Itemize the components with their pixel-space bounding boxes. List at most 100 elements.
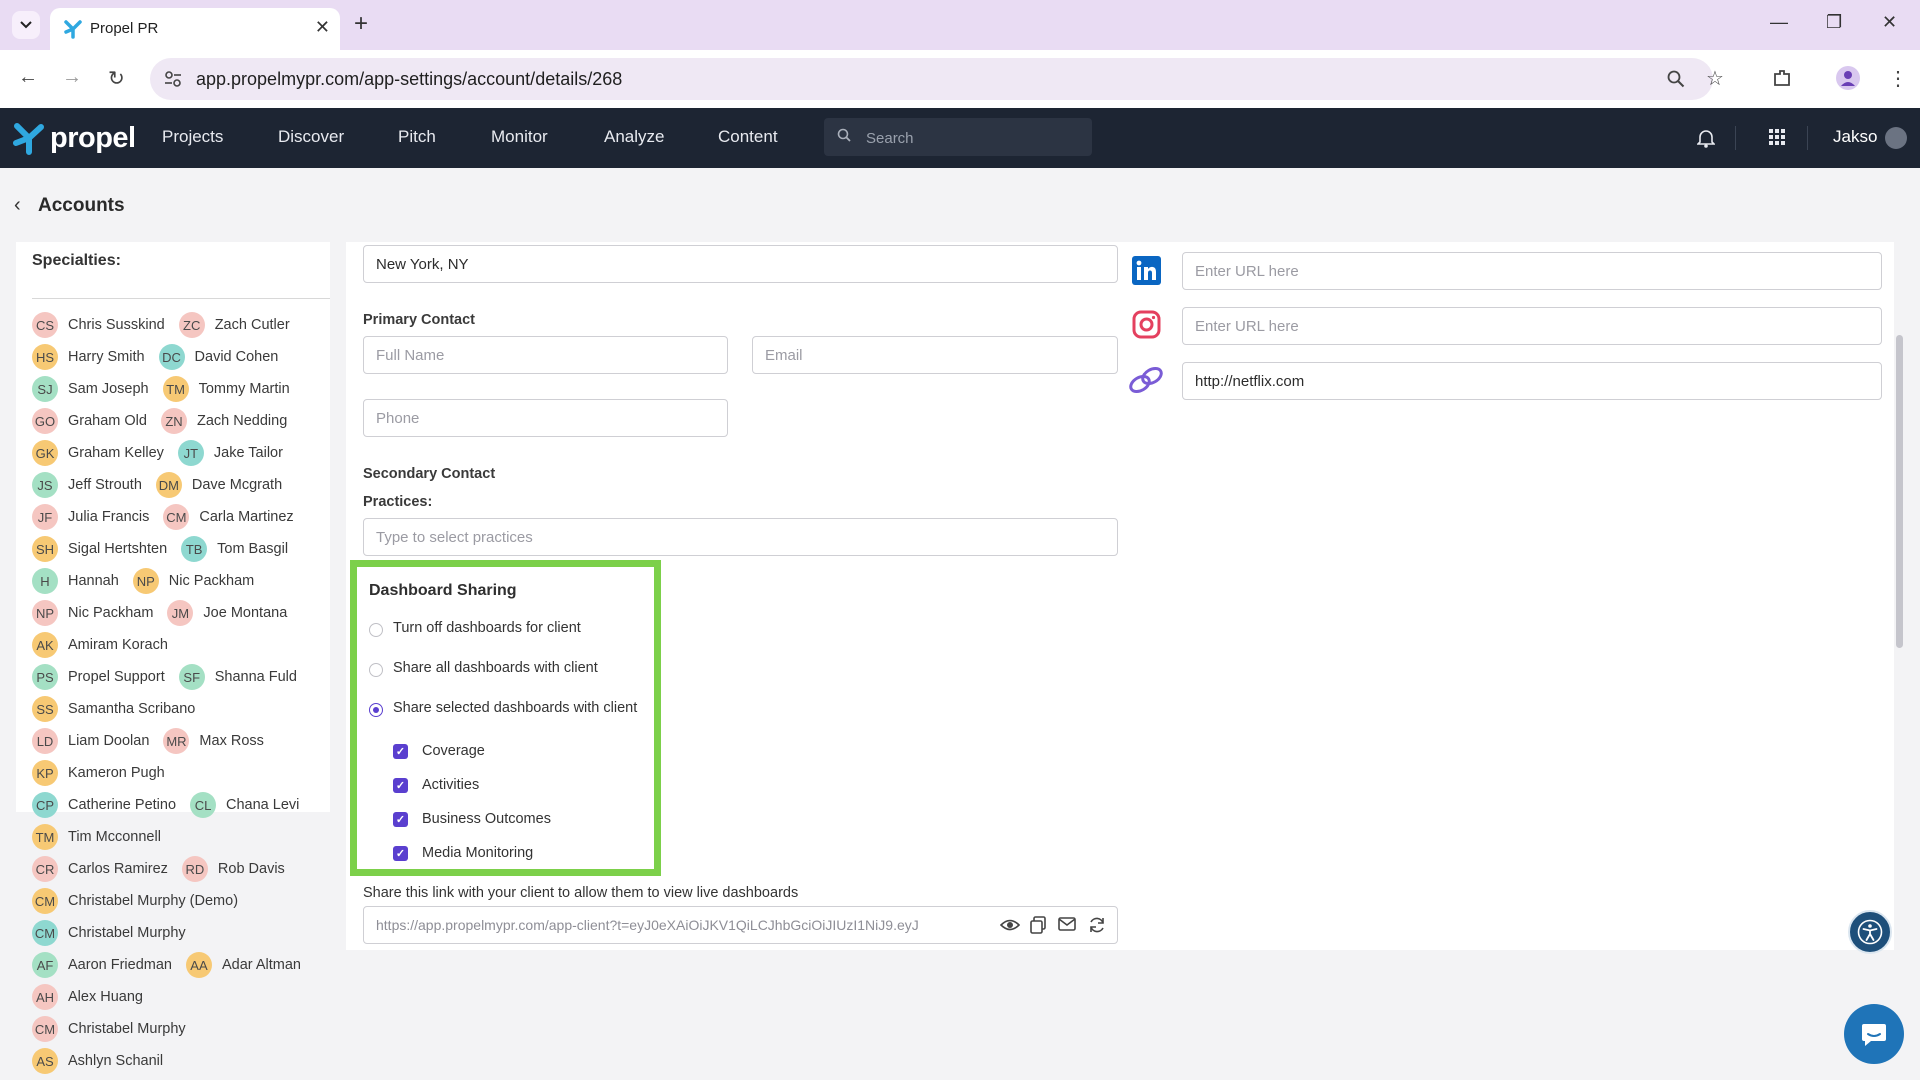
team-member[interactable]: SS Samantha Scribano [32,696,195,722]
team-member[interactable]: KP Kameron Pugh [32,760,165,786]
user-name[interactable]: Jakso [1833,127,1877,147]
location-input[interactable] [364,246,1117,282]
checkbox-business-outcomes[interactable]: ✓ Business Outcomes [393,808,551,830]
team-member[interactable]: NP Nic Packham [32,600,153,626]
team-member[interactable]: CR Carlos Ramirez [32,856,168,882]
restore-icon[interactable]: ❐ [1826,12,1842,33]
tab-close-icon[interactable]: ✕ [315,17,330,38]
nav-pitch[interactable]: Pitch [398,127,436,147]
radio-button[interactable] [369,663,383,677]
reload-icon[interactable]: ↻ [108,66,125,91]
team-member[interactable]: AA Adar Altman [185,952,301,978]
practices-field[interactable] [363,518,1118,556]
website-url-field[interactable] [1182,362,1882,400]
instagram-url-field[interactable] [1182,307,1882,345]
page-title[interactable]: Accounts [38,195,125,217]
checkbox-coverage[interactable]: ✓ Coverage [393,740,485,762]
refresh-icon[interactable] [1088,916,1106,934]
radio-button-selected[interactable] [369,703,383,717]
team-member[interactable]: CM Christabel Murphy [32,920,186,946]
team-member[interactable]: JS Jeff Strouth [32,472,142,498]
team-member[interactable]: TB Tom Basgil [181,536,288,562]
nav-monitor[interactable]: Monitor [491,127,548,147]
checkbox-media-monitoring[interactable]: ✓ Media Monitoring [393,842,533,864]
bookmark-star-icon[interactable]: ☆ [1706,66,1724,91]
checkbox-checked-icon[interactable]: ✓ [393,845,408,861]
team-member[interactable]: JM Joe Montana [167,600,287,626]
team-member[interactable]: GO Graham Old [32,408,147,434]
zoom-icon[interactable] [1667,70,1685,88]
team-member[interactable]: ZC Zach Cutler [178,312,290,338]
team-member[interactable]: PS Propel Support [32,664,165,690]
team-member[interactable]: TM Tommy Martin [162,376,290,402]
primary-email-field[interactable] [752,336,1118,374]
team-member[interactable]: SJ Sam Joseph [32,376,149,402]
nav-projects[interactable]: Projects [162,127,223,147]
user-avatar-icon[interactable] [1885,127,1907,149]
team-member[interactable]: LD Liam Doolan [32,728,149,754]
team-member[interactable]: TM Tim Mcconnell [32,824,161,850]
nav-analyze[interactable]: Analyze [604,127,664,147]
team-member[interactable]: HS Harry Smith [32,344,145,370]
forward-arrow-icon[interactable]: → [62,66,82,89]
chat-support-button[interactable] [1844,1004,1904,1064]
team-member[interactable]: SH Sigal Hertshten [32,536,167,562]
checkbox-activities[interactable]: ✓ Activities [393,774,479,796]
radio-button[interactable] [369,623,383,637]
browser-menu-icon[interactable]: ⋮ [1888,66,1908,91]
team-member[interactable]: CM Christabel Murphy [32,1016,186,1042]
page-scrollbar[interactable] [1896,335,1903,648]
accessibility-button[interactable] [1848,910,1892,954]
window-close-icon[interactable]: ✕ [1882,12,1897,33]
profile-avatar[interactable] [1836,66,1860,90]
new-tab-icon[interactable]: + [354,11,368,37]
team-member[interactable]: CM Christabel Murphy (Demo) [32,888,238,914]
nav-content[interactable]: Content [718,127,778,147]
eye-icon[interactable] [1000,916,1020,934]
checkbox-checked-icon[interactable]: ✓ [393,743,408,759]
team-member[interactable]: AF Aaron Friedman [32,952,172,978]
radio-turn-off-dashboards[interactable]: Turn off dashboards for client [369,617,581,639]
extensions-icon[interactable] [1772,68,1792,88]
team-member[interactable]: H Hannah [32,568,119,594]
linkedin-url-field[interactable] [1182,252,1882,290]
team-member[interactable]: AS Ashlyn Schanil [32,1048,163,1074]
team-member[interactable]: CL Chana Levi [190,792,299,818]
team-member[interactable]: SF Shanna Fuld [178,664,297,690]
team-member[interactable]: CP Catherine Petino [32,792,176,818]
team-member[interactable]: GK Graham Kelley [32,440,164,466]
team-member[interactable]: JF Julia Francis [32,504,149,530]
app-search-box[interactable] [824,118,1092,158]
app-search-input[interactable] [864,118,1088,158]
team-member[interactable]: CS Chris Susskind [32,312,165,338]
tab-search-button[interactable] [12,11,40,39]
apps-grid-icon[interactable] [1769,129,1785,145]
browser-tab-active[interactable]: Propel PR ✕ [50,8,340,50]
team-member[interactable]: DC David Cohen [158,344,278,370]
radio-share-selected-dashboards[interactable]: Share selected dashboards with client [369,697,637,719]
bell-icon[interactable] [1697,128,1715,148]
team-member[interactable]: NP Nic Packham [132,568,254,594]
linkedin-url-input[interactable] [1183,253,1881,289]
practices-input[interactable] [364,519,1117,555]
copy-icon[interactable] [1030,916,1046,934]
team-member[interactable]: DM Dave Mcgrath [155,472,282,498]
checkbox-checked-icon[interactable]: ✓ [393,811,408,827]
email-icon[interactable] [1058,916,1076,932]
full-name-input[interactable] [364,337,727,373]
back-arrow-icon[interactable]: ← [18,66,38,89]
instagram-url-input[interactable] [1183,308,1881,344]
website-url-input[interactable] [1183,363,1881,399]
primary-full-name-field[interactable] [363,336,728,374]
team-member[interactable]: CM Carla Martinez [163,504,294,530]
share-link-field[interactable]: https://app.propelmypr.com/app-client?t=… [363,906,1118,944]
team-member[interactable]: ZN Zach Nedding [160,408,287,434]
radio-share-all-dashboards[interactable]: Share all dashboards with client [369,657,598,679]
minimize-icon[interactable]: — [1770,12,1788,33]
email-input[interactable] [753,337,1117,373]
team-member[interactable]: AK Amiram Korach [32,632,168,658]
chevron-left-icon[interactable]: ‹ [14,194,21,217]
team-member[interactable]: AH Alex Huang [32,984,143,1010]
share-link-url[interactable]: https://app.propelmypr.com/app-client?t=… [376,917,956,933]
team-member[interactable]: MR Max Ross [163,728,264,754]
